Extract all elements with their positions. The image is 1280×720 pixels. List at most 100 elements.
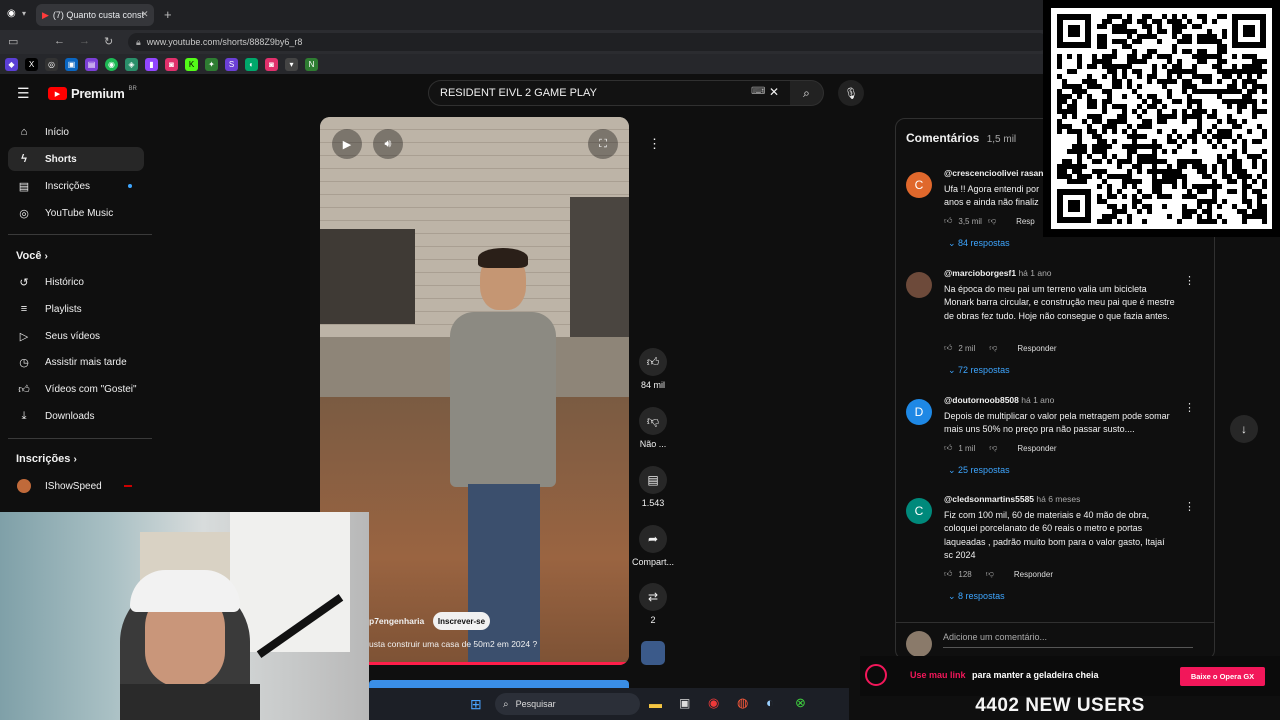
play-button[interactable]: ▶ (332, 129, 362, 159)
sidebar-item-playlists[interactable]: ≡ Playlists (8, 297, 144, 321)
comment-author[interactable]: @marcioborgesf1 há 1 ano (944, 268, 1052, 278)
reply-button[interactable]: Responder (1017, 344, 1056, 353)
comments-button[interactable]: ▤ 1.543 (632, 466, 674, 508)
bookmark-icon[interactable]: ▣ (65, 57, 78, 71)
sidebar-item-downloads[interactable]: ⤓ Downloads (8, 404, 144, 428)
sidebar-item-channel[interactable]: IShowSpeed (8, 474, 144, 498)
panel-toggle-icon[interactable]: ▭ (8, 35, 18, 48)
bookmark-icon[interactable]: ◈ (125, 57, 138, 71)
comment-author[interactable]: @doutornoob8508 há 1 ano (944, 395, 1054, 405)
bookmark-icon[interactable]: ◐ (245, 57, 258, 71)
new-tab-icon[interactable]: + (164, 7, 172, 22)
reply-button[interactable]: Responder (1017, 444, 1056, 453)
file-explorer-icon[interactable]: ▬ (649, 696, 662, 711)
remix-button[interactable]: ⇄ 2 (632, 583, 674, 625)
mute-button[interactable]: 🔊︎ (373, 129, 403, 159)
vivaldi-icon[interactable]: ◉ (708, 695, 719, 711)
fullscreen-button[interactable]: ⛶ (588, 129, 618, 159)
clear-search-icon[interactable]: ✕ (769, 85, 779, 99)
keyboard-icon[interactable]: ⌨ (751, 86, 765, 97)
thumbs-down-icon[interactable]: 👎︎ (989, 343, 997, 353)
view-replies-button[interactable]: ⌄ 25 respostas (948, 465, 1010, 476)
view-replies-button[interactable]: ⌄ 8 respostas (948, 591, 1005, 602)
search-button[interactable]: ⌕ (790, 80, 824, 106)
forward-icon[interactable]: → (79, 35, 90, 47)
instagram-icon[interactable]: ◙ (265, 57, 278, 71)
more-options-icon[interactable]: ⋮ (1184, 401, 1195, 414)
avatar[interactable]: C (906, 172, 932, 198)
sidebar-item-liked-videos[interactable]: 👍︎ Vídeos com "Gostei" (8, 377, 144, 401)
like-button[interactable]: 👍︎ 84 mil (632, 348, 674, 390)
taskbar-search[interactable]: ⌕ Pesquisar (495, 693, 640, 715)
download-opera-button[interactable]: Baixe o Opera GX (1180, 667, 1265, 686)
sidebar-item-music[interactable]: ◎ YouTube Music (8, 201, 144, 225)
youtube-logo[interactable]: ▶ Premium BR (48, 86, 137, 101)
bookmark-icon[interactable]: S (225, 57, 238, 71)
search-input[interactable]: RESIDENT EIVL 2 GAME PLAY ⌨ ✕ (428, 80, 792, 106)
more-options-icon[interactable]: ⋮ (1184, 274, 1195, 287)
x-icon[interactable]: X (25, 57, 38, 71)
qr-module (1217, 59, 1222, 64)
xbox-icon[interactable]: ⊗ (795, 695, 806, 711)
bookmark-icon[interactable]: ▤ (85, 57, 98, 71)
sidebar-item-subscriptions[interactable]: ▤ Inscrições (8, 174, 144, 198)
view-replies-button[interactable]: ⌄ 72 respostas (948, 365, 1010, 376)
bookmark-icon[interactable]: ◆ (5, 57, 18, 71)
you-heading[interactable]: Você › (16, 250, 48, 262)
sidebar-item-history[interactable]: ↺ Histórico (8, 270, 144, 294)
sidebar-item-your-videos[interactable]: ▷ Seus vídeos (8, 324, 144, 348)
url-field[interactable]: 🔒︎ www.youtube.com/shorts/888Z9by6_r8 (128, 33, 1048, 51)
thumbs-up-icon[interactable]: 👍︎ (944, 443, 952, 453)
sidebar-item-shorts[interactable]: ϟ Shorts (8, 147, 144, 171)
voice-search-button[interactable]: 🎙︎ (838, 80, 864, 106)
thumbs-up-icon[interactable]: 👍︎ (944, 569, 952, 579)
avatar[interactable]: C (906, 498, 932, 524)
subscriptions-heading[interactable]: Inscrições › (16, 453, 77, 465)
bookmark-icon[interactable]: ▾ (285, 57, 298, 71)
hamburger-menu-icon[interactable]: ☰ (17, 85, 30, 102)
add-comment-input[interactable]: Adicione um comentário... (943, 632, 1193, 648)
reply-button[interactable]: Resp (1016, 217, 1035, 226)
sound-thumbnail[interactable] (641, 641, 665, 665)
channel-name[interactable]: p7engenharia (369, 616, 424, 626)
qr-module (1217, 159, 1222, 164)
opera-gx-icon[interactable]: ◍ (737, 695, 748, 711)
bookmark-icon[interactable]: ✦ (205, 57, 218, 71)
sidebar-item-watch-later[interactable]: ◷ Assistir mais tarde (8, 350, 144, 374)
sidebar-item-home[interactable]: ⌂ Início (8, 120, 144, 144)
close-tab-icon[interactable]: ✕ (141, 9, 149, 20)
share-button[interactable]: ➦ Compart... (632, 525, 674, 567)
more-options-icon[interactable]: ⋮ (648, 136, 661, 152)
comment-author[interactable]: @crescencioolivei rasanto (944, 168, 1052, 178)
vivaldi-menu-icon[interactable]: ◉ (7, 8, 16, 19)
bookmark-icon[interactable]: N (305, 57, 318, 71)
avatar[interactable]: D (906, 399, 932, 425)
thumbs-down-icon[interactable]: 👎︎ (988, 216, 996, 226)
bookmark-icon[interactable]: ◎ (45, 57, 58, 71)
thumbs-up-icon[interactable]: 👍︎ (944, 216, 952, 226)
qr-module (1147, 24, 1152, 29)
thumbs-down-icon[interactable]: 👎︎ (989, 443, 997, 453)
reload-icon[interactable]: ↻ (104, 35, 113, 48)
reply-button[interactable]: Responder (1014, 570, 1053, 579)
subscribe-button[interactable]: Inscrever-se (433, 612, 490, 630)
thumbs-up-icon[interactable]: 👍︎ (944, 343, 952, 353)
twitch-icon[interactable]: ▮ (145, 57, 158, 71)
windows-start-icon[interactable]: ⊞ (470, 696, 482, 713)
thumbs-down-icon[interactable]: 👎︎ (986, 569, 994, 579)
spotify-icon[interactable]: ◉ (105, 57, 118, 71)
view-replies-button[interactable]: ⌄ 84 respostas (948, 238, 1010, 249)
chevron-down-icon[interactable]: ▾ (22, 9, 26, 18)
terminal-icon[interactable]: ▣ (679, 696, 690, 710)
next-short-button[interactable]: ↓ (1230, 415, 1258, 443)
steam-icon[interactable]: ◐ (766, 695, 774, 710)
dislike-button[interactable]: 👎︎ Não ... (632, 407, 674, 449)
qr-module (1112, 24, 1117, 29)
browser-tab[interactable]: ▶ (7) Quanto custa const (36, 4, 154, 26)
back-icon[interactable]: ← (54, 35, 65, 47)
more-options-icon[interactable]: ⋮ (1184, 500, 1195, 513)
kick-icon[interactable]: K (185, 57, 198, 71)
instagram-icon[interactable]: ◙ (165, 57, 178, 71)
comment-author[interactable]: @cledsonmartins5585 há 6 meses (944, 494, 1080, 504)
avatar[interactable] (906, 272, 932, 298)
